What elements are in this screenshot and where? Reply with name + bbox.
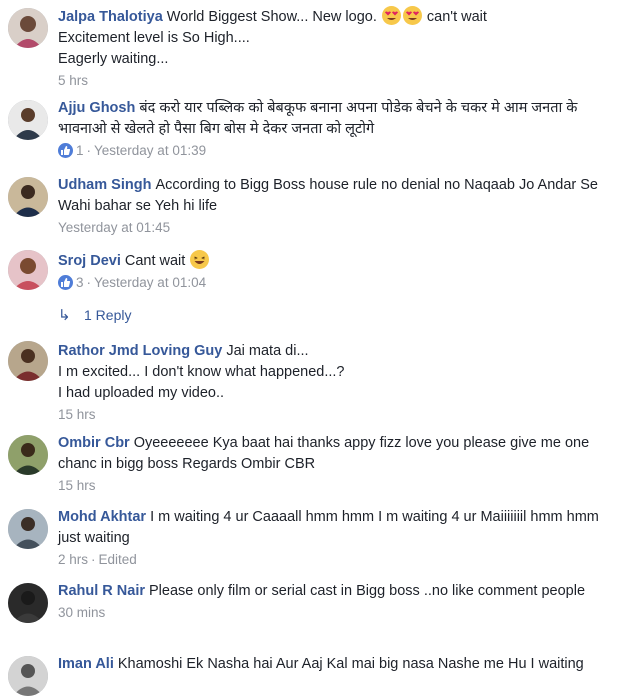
comment-time[interactable]: Yesterday at 01:45 bbox=[58, 220, 170, 235]
comment-line: I had uploaded my video.. bbox=[58, 385, 225, 401]
comment-text: Oyeeeeeee Kya baat hai thanks appy fizz … bbox=[58, 435, 590, 472]
like-count[interactable]: 3 bbox=[76, 275, 84, 290]
comment-text: Please only film or serial cast in Bigg … bbox=[149, 583, 586, 599]
comment-text: Cant wait bbox=[124, 253, 186, 269]
like-icon bbox=[58, 143, 73, 158]
comment-line: I m excited... I don't know what happene… bbox=[58, 364, 345, 380]
view-replies-link[interactable]: ↳ 1 Reply bbox=[58, 305, 131, 325]
avatar[interactable] bbox=[8, 8, 48, 48]
avatar[interactable] bbox=[8, 100, 48, 140]
commenter-name[interactable]: Udham Singh bbox=[58, 177, 151, 193]
avatar[interactable] bbox=[8, 656, 48, 696]
reply-arrow-icon: ↳ bbox=[58, 307, 71, 324]
avatar[interactable] bbox=[8, 509, 48, 549]
comment-time[interactable]: Yesterday at 01:39 bbox=[94, 143, 206, 158]
comments-feed: Jalpa Thalotiya World Biggest Show... New… bbox=[0, 0, 620, 700]
comment-time[interactable]: 5 hrs bbox=[58, 73, 88, 88]
comment-line: Eagerly waiting... bbox=[58, 51, 169, 67]
comment-time[interactable]: 2 hrs bbox=[58, 552, 88, 567]
comment-text-cont: can't wait bbox=[426, 9, 487, 25]
comment-line: Excitement level is So High.... bbox=[58, 30, 250, 46]
comment-text: Khamoshi Ek Nasha hai Aur Aaj Kal mai bi… bbox=[117, 656, 584, 672]
commenter-name[interactable]: Mohd Akhtar bbox=[58, 509, 146, 525]
commenter-name[interactable]: Ombir Cbr bbox=[58, 435, 130, 451]
commenter-name[interactable]: Iman Ali bbox=[58, 656, 114, 672]
commenter-name[interactable]: Jalpa Thalotiya bbox=[58, 9, 163, 25]
avatar[interactable] bbox=[8, 250, 48, 290]
commenter-name[interactable]: Sroj Devi bbox=[58, 253, 121, 269]
commenter-name[interactable]: Ajju Ghosh bbox=[58, 100, 135, 116]
commenter-name[interactable]: Rahul R Nair bbox=[58, 583, 145, 599]
like-icon bbox=[58, 275, 73, 290]
avatar[interactable] bbox=[8, 583, 48, 623]
avatar[interactable] bbox=[8, 435, 48, 475]
laughing-emoji-icon bbox=[190, 250, 210, 269]
comment-text: Jai mata di... bbox=[226, 343, 309, 359]
like-count[interactable]: 1 bbox=[76, 143, 84, 158]
avatar[interactable] bbox=[8, 341, 48, 381]
heart-eyes-emoji-icon bbox=[381, 6, 401, 25]
comment-time[interactable]: Yesterday at 01:04 bbox=[94, 275, 206, 290]
edited-label[interactable]: Edited bbox=[99, 552, 137, 567]
comment-time[interactable]: 30 mins bbox=[58, 605, 105, 620]
comment-text: बंद करो यार पब्लिक को बेबकूफ बनाना अपना … bbox=[58, 100, 578, 137]
comment-time[interactable]: 15 hrs bbox=[58, 478, 96, 493]
reply-count[interactable]: 1 Reply bbox=[84, 307, 131, 323]
comment-text: World Biggest Show... New logo. bbox=[166, 9, 377, 25]
avatar[interactable] bbox=[8, 177, 48, 217]
commenter-name[interactable]: Rathor Jmd Loving Guy bbox=[58, 343, 222, 359]
heart-eyes-emoji-icon bbox=[402, 6, 422, 25]
comment-time[interactable]: 15 hrs bbox=[58, 407, 96, 422]
